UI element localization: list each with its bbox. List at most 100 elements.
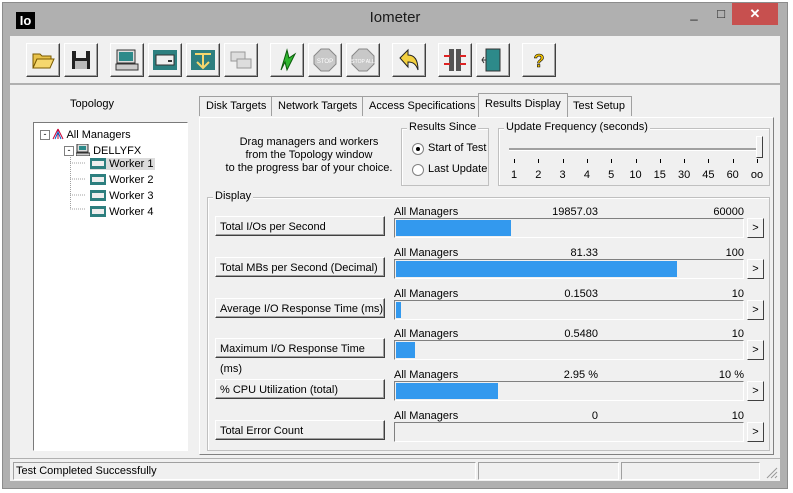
disconnect-button[interactable] (438, 43, 472, 77)
minimize-button[interactable]: _ (681, 3, 707, 25)
stop-sign-icon: STOP (313, 48, 337, 72)
tree-node-worker[interactable]: Worker 4 (90, 206, 153, 218)
metric-source: All Managers (394, 206, 459, 218)
metric-max: 60000 (713, 206, 744, 218)
tree-node-label: Worker 4 (109, 206, 154, 218)
svg-text:?: ? (534, 51, 545, 71)
network-worker-icon (191, 50, 215, 70)
exit-door-icon (481, 48, 501, 72)
metric-source: All Managers (394, 247, 459, 259)
metric-max: 10 % (718, 369, 744, 381)
start-manager-button[interactable] (110, 43, 144, 77)
floppy-disk-icon (72, 51, 90, 69)
drag-instructions: Drag managers and workers from the Topol… (214, 136, 404, 175)
title-bar[interactable]: Io Iometer _ □ ✕ (3, 3, 787, 34)
tab-network-targets[interactable]: Network Targets (271, 96, 365, 116)
disconnect-icon (444, 49, 466, 71)
tree-node-worker[interactable]: Worker 1 (90, 158, 156, 170)
tree-node-label: All Managers (66, 129, 131, 141)
tab-results-display[interactable]: Results Display (478, 93, 568, 117)
update-frequency-thumb[interactable] (756, 136, 763, 158)
metric-max: 10 (731, 288, 744, 300)
question-mark-icon: ? (533, 51, 545, 72)
metric-select-button[interactable]: Maximum I/O Response Time (ms) (215, 338, 385, 375)
metric-expand-button[interactable]: > (747, 300, 764, 320)
metric-select-button[interactable]: Total Error Count (215, 420, 385, 440)
svg-text:STOP ALL: STOP ALL (351, 59, 375, 65)
tab-test-setup[interactable]: Test Setup (566, 96, 632, 116)
maximize-button[interactable]: □ (708, 3, 734, 25)
duplicate-worker-button[interactable] (224, 43, 258, 77)
exit-button[interactable] (476, 43, 510, 77)
metric-expand-button[interactable]: > (747, 259, 764, 279)
metric-progress-bar[interactable] (394, 381, 744, 401)
topology-tree[interactable]: - All Managers - DELLYFX Worker 1 Worker… (33, 122, 188, 451)
slider-tick (635, 159, 637, 163)
close-button[interactable]: ✕ (732, 3, 778, 25)
metric-value: 2.95 % (563, 369, 598, 381)
metric-progress-bar[interactable] (394, 259, 744, 279)
metric-expand-button[interactable]: > (747, 381, 764, 401)
about-button[interactable]: ? (522, 43, 556, 77)
metric-progress-bar[interactable] (394, 218, 744, 238)
slider-tick-label: 2 (535, 169, 542, 181)
start-disk-worker-button[interactable] (148, 43, 182, 77)
metric-select-button[interactable]: Average I/O Response Time (ms) (215, 298, 385, 318)
slider-tick-label: 4 (583, 169, 590, 181)
slider-tick-label: 10 (629, 169, 642, 181)
stop-button[interactable]: STOP (308, 43, 342, 77)
tree-node-all-managers[interactable]: All Managers (52, 128, 131, 141)
slider-tick-label: 60 (726, 169, 739, 181)
slider-tick (684, 159, 686, 163)
stop-all-button[interactable]: STOP ALL (346, 43, 380, 77)
tree-lines (70, 157, 86, 210)
radio-last-update[interactable] (412, 164, 424, 176)
metric-expand-button[interactable]: > (747, 218, 764, 238)
folder-open-icon (32, 53, 55, 69)
stop-all-icon: STOP ALL (351, 48, 375, 72)
save-config-button[interactable] (64, 43, 98, 77)
metric-progress-bar[interactable] (394, 422, 744, 442)
metric-progress-fill (396, 261, 677, 277)
tree-node-worker[interactable]: Worker 2 (90, 174, 153, 186)
computer-icon (115, 49, 139, 71)
instruction-line: from the Topology window (245, 149, 373, 161)
slider-tick (757, 159, 758, 163)
slider-tick (562, 159, 564, 163)
duplicate-worker-icon (230, 51, 252, 69)
slider-tick-label: 1 (510, 169, 518, 181)
metric-max: 10 (731, 328, 744, 340)
results-since-group: Results Since Start of Test Last Update (401, 121, 489, 186)
open-config-button[interactable] (26, 43, 60, 77)
resize-grip-icon[interactable] (766, 467, 778, 479)
tab-access-specifications[interactable]: Access Specifications (362, 96, 483, 116)
slider-tick-label: 45 (702, 169, 715, 181)
update-frequency-group: Update Frequency (seconds) 1 2 3 4 5 10 15 30 45… (498, 121, 770, 186)
metric-expand-button[interactable]: > (747, 422, 764, 442)
slider-tick-label: 3 (559, 169, 566, 181)
collapse-manager-icon[interactable]: - (64, 146, 74, 156)
start-tests-button[interactable] (270, 43, 304, 77)
tree-node-worker[interactable]: Worker 3 (90, 190, 153, 202)
radio-label: Last Update (428, 163, 488, 175)
worker-icon (90, 174, 106, 185)
reset-workers-button[interactable] (392, 43, 426, 77)
collapse-all-managers-icon[interactable]: - (40, 130, 50, 140)
metric-select-button[interactable]: % CPU Utilization (total) (215, 379, 385, 399)
start-network-worker-button[interactable] (186, 43, 220, 77)
metric-select-button[interactable]: Total I/Os per Second (215, 216, 385, 236)
slider-tick (708, 159, 710, 163)
tab-disk-targets[interactable]: Disk Targets (199, 96, 274, 116)
svg-text:STOP: STOP (317, 59, 333, 65)
tree-node-manager[interactable]: DELLYFX (75, 143, 142, 157)
tree-node-label: DELLYFX (93, 145, 142, 157)
metric-source: All Managers (394, 328, 459, 340)
metric-expand-button[interactable]: > (747, 340, 764, 360)
radio-start-of-test[interactable] (412, 143, 424, 155)
instruction-line: Drag managers and workers (239, 136, 379, 148)
update-frequency-track[interactable] (509, 148, 757, 151)
metric-progress-bar[interactable] (394, 300, 744, 320)
metric-value: 0.5480 (564, 328, 598, 340)
metric-progress-bar[interactable] (394, 340, 744, 360)
metric-select-button[interactable]: Total MBs per Second (Decimal) (215, 257, 385, 277)
